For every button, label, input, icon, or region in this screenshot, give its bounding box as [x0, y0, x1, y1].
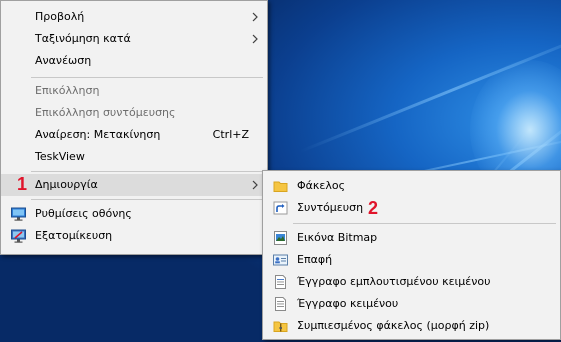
- step-number-1: 1: [17, 174, 28, 194]
- menu-item-teskview[interactable]: TeskView: [1, 146, 267, 168]
- menu-item-undo-move[interactable]: Αναίρεση: Μετακίνηση Ctrl+Z: [1, 124, 267, 146]
- menu-item-label: Προβολή: [35, 10, 85, 23]
- submenu-item-rich-text[interactable]: Έγγραφο εμπλουτισμένου κειμένου: [263, 271, 560, 293]
- menu-item-label: Φάκελος: [297, 179, 346, 192]
- submenu-item-contact[interactable]: Επαφή: [263, 249, 560, 271]
- contact-icon: [273, 254, 288, 266]
- menu-separator: [31, 77, 263, 78]
- bitmap-icon: [274, 231, 287, 245]
- menu-item-label: Εικόνα Bitmap: [297, 231, 378, 244]
- menu-item-label: Ρυθμίσεις οθόνης: [35, 207, 132, 220]
- menu-item-label: Ανανέωση: [35, 54, 92, 67]
- menu-item-label: Εξατομίκευση: [35, 229, 113, 242]
- menu-item-refresh[interactable]: Ανανέωση: [1, 50, 267, 72]
- personalize-icon: [11, 229, 26, 243]
- menu-item-paste: Επικόλληση: [1, 80, 267, 102]
- chevron-right-icon: [252, 180, 258, 190]
- menu-item-label: Επικόλληση συντόμευσης: [35, 106, 176, 119]
- menu-item-shortcut: Ctrl+Z: [212, 128, 249, 141]
- chevron-right-icon: [252, 12, 258, 22]
- menu-item-display-settings[interactable]: Ρυθμίσεις οθόνης: [1, 203, 267, 225]
- menu-item-label: Αναίρεση: Μετακίνηση: [35, 128, 161, 141]
- menu-item-label: Ταξινόμηση κατά: [35, 32, 131, 45]
- menu-item-label: Συντόμευση: [297, 201, 364, 214]
- menu-separator: [31, 199, 263, 200]
- menu-item-personalize[interactable]: Εξατομίκευση: [1, 225, 267, 247]
- menu-item-label: Επαφή: [297, 253, 333, 266]
- menu-item-new[interactable]: Δημιουργία: [1, 174, 267, 196]
- shortcut-icon: [273, 201, 288, 215]
- menu-separator: [293, 223, 556, 224]
- menu-item-label: Δημιουργία: [35, 178, 98, 191]
- menu-item-view[interactable]: Προβολή: [1, 6, 267, 28]
- menu-separator: [31, 171, 263, 172]
- folder-icon: [273, 181, 288, 192]
- submenu-item-zip-folder[interactable]: Συμπιεσμένος φάκελος (μορφή zip): [263, 315, 560, 337]
- display-settings-icon: [11, 207, 26, 221]
- zip-folder-icon: [273, 321, 288, 332]
- menu-item-label: Έγγραφο εμπλουτισμένου κειμένου: [297, 275, 491, 288]
- submenu-item-shortcut[interactable]: Συντόμευση: [263, 197, 560, 219]
- chevron-right-icon: [252, 34, 258, 44]
- menu-item-label: TeskView: [35, 150, 85, 163]
- menu-item-label: Συμπιεσμένος φάκελος (μορφή zip): [297, 319, 490, 332]
- step-number-2: 2: [368, 198, 379, 218]
- submenu-item-text-document[interactable]: Έγγραφο κειμένου: [263, 293, 560, 315]
- menu-item-sort-by[interactable]: Ταξινόμηση κατά: [1, 28, 267, 50]
- submenu-item-bitmap[interactable]: Εικόνα Bitmap: [263, 227, 560, 249]
- submenu-item-folder[interactable]: Φάκελος: [263, 175, 560, 197]
- new-submenu: Φάκελος Συντόμευση Εικόνα Bitmap Επαφή Έ…: [262, 170, 561, 340]
- menu-item-label: Επικόλληση: [35, 84, 100, 97]
- menu-item-label: Έγγραφο κειμένου: [297, 297, 399, 310]
- rich-text-document-icon: [275, 275, 286, 289]
- desktop-context-menu: Προβολή Ταξινόμηση κατά Ανανέωση Επικόλλ…: [0, 0, 268, 255]
- text-document-icon: [275, 297, 286, 311]
- menu-item-paste-shortcut: Επικόλληση συντόμευσης: [1, 102, 267, 124]
